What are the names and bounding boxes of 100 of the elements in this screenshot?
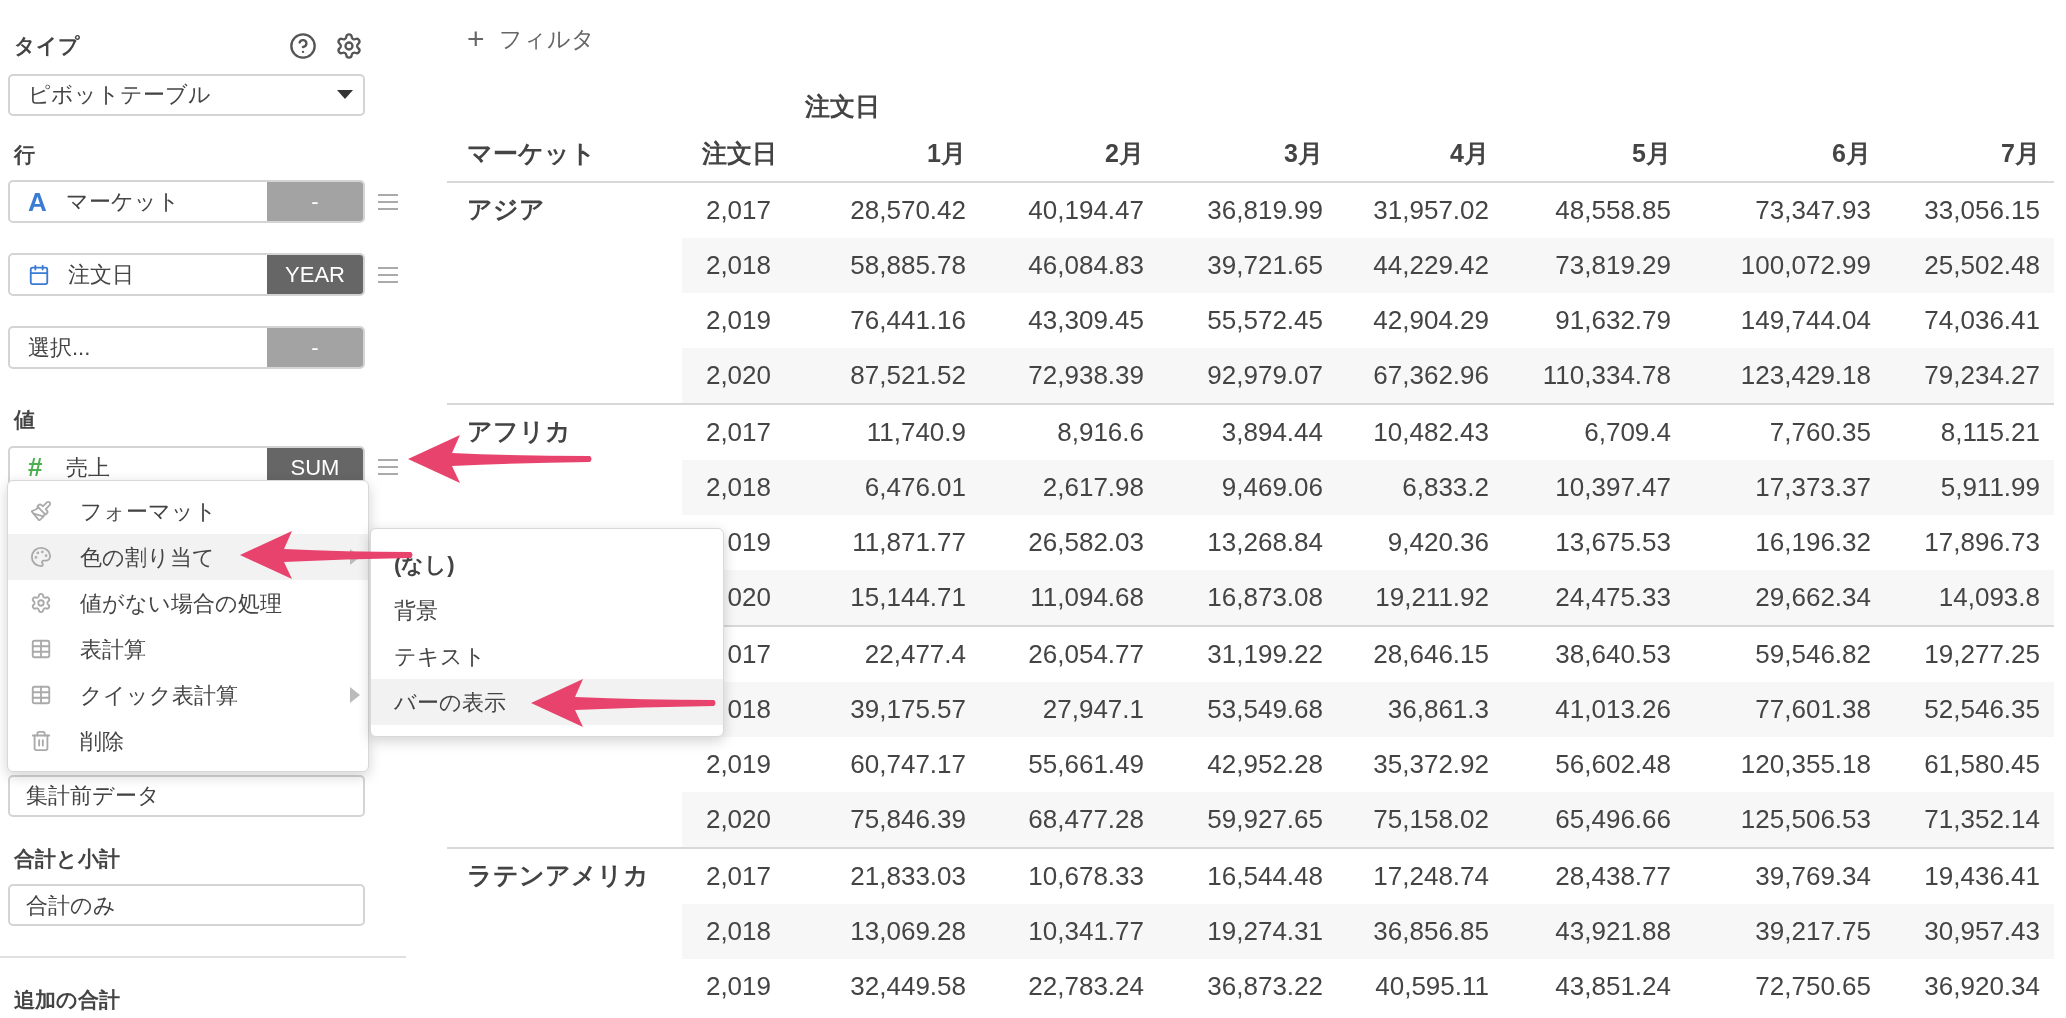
table-cell: 7,760.35 — [1769, 416, 1871, 447]
table-cell: 16,196.32 — [1755, 526, 1871, 557]
table-cell: 46,084.83 — [1028, 249, 1144, 280]
column-header[interactable]: マーケット — [467, 138, 596, 167]
table-cell: 10,341.77 — [1028, 915, 1144, 946]
table-cell: 11,871.77 — [852, 526, 966, 557]
field-label: 注文日 — [68, 261, 134, 289]
year-cell: 2,017 — [705, 194, 771, 225]
menu-item[interactable]: 表計算 — [8, 626, 368, 672]
table-cell: 41,013.26 — [1555, 693, 1671, 724]
table-cell: 15,144.71 — [850, 581, 966, 612]
table-cell: 43,921.88 — [1555, 915, 1671, 946]
table-cell: 36,920.34 — [1924, 970, 2040, 1001]
menu-item[interactable]: 値がない場合の処理 — [8, 580, 368, 626]
section-label: 合計と小計 — [13, 845, 121, 872]
table-cell: 22,477.4 — [864, 638, 966, 669]
section-label: 行 — [12, 141, 36, 168]
table-cell: 28,438.77 — [1555, 860, 1671, 891]
drag-handle-icon[interactable] — [377, 458, 399, 476]
year-cell: 020 — [727, 581, 771, 612]
table-cell: 79,234.27 — [1924, 359, 2040, 390]
menu-item[interactable]: クイック表計算 — [8, 672, 368, 718]
table-icon — [30, 638, 52, 660]
menu-item[interactable]: 削除 — [8, 718, 368, 764]
section-label: 追加の合計 — [13, 987, 121, 1013]
table-cell: 149,744.04 — [1740, 304, 1871, 335]
column-header[interactable]: 3月 — [1284, 138, 1323, 167]
aggregation-button[interactable]: YEAR — [267, 255, 363, 294]
table-cell: 75,158.02 — [1373, 803, 1489, 834]
table-cell: 19,274.31 — [1207, 915, 1323, 946]
table-cell: 22,783.24 — [1028, 970, 1144, 1001]
field-pill[interactable]: 注文日 YEAR — [8, 253, 365, 296]
table-cell: 24,475.33 — [1555, 581, 1671, 612]
table-cell: 61,580.45 — [1924, 748, 2040, 779]
table-cell: 31,957.02 — [1373, 194, 1489, 225]
help-icon[interactable] — [289, 31, 317, 60]
table-cell: 92,979.07 — [1207, 359, 1323, 390]
column-header[interactable]: 注文日 — [702, 138, 777, 167]
table-cell: 42,904.29 — [1373, 304, 1489, 335]
table-cell: 19,277.25 — [1924, 638, 2040, 669]
column-header[interactable]: 4月 — [1450, 138, 1489, 167]
submenu-item[interactable]: 背景 — [371, 587, 723, 633]
table-cell: 42,952.28 — [1207, 748, 1323, 779]
field-pill[interactable]: A マーケット - — [8, 180, 365, 223]
row-header: アフリカ — [467, 416, 571, 445]
section-label: タイプ — [13, 33, 81, 59]
column-header[interactable]: 2月 — [1105, 138, 1144, 167]
table-cell: 48,558.85 — [1555, 194, 1671, 225]
menu-item[interactable]: フォーマット — [8, 488, 368, 534]
table-cell: 100,072.99 — [1740, 249, 1871, 280]
submenu-item[interactable]: テキスト — [371, 633, 723, 679]
table-cell: 74,036.41 — [1924, 304, 2040, 335]
table-cell: 73,347.93 — [1755, 194, 1871, 225]
table-cell: 60,747.17 — [850, 748, 966, 779]
table-cell: 11,740.9 — [866, 416, 966, 447]
year-cell: 018 — [727, 693, 771, 724]
trash-icon — [30, 730, 52, 752]
table-cell: 28,570.42 — [850, 194, 966, 225]
row-header: ラテンアメリカ — [467, 860, 649, 889]
table-cell: 5,911.99 — [1940, 471, 2040, 502]
drag-handle-icon[interactable] — [377, 265, 399, 284]
table-cell: 6,833.2 — [1402, 471, 1489, 502]
table-cell: 73,819.29 — [1555, 249, 1671, 280]
table-cell: 39,721.65 — [1207, 249, 1323, 280]
year-cell: 2,019 — [705, 970, 771, 1001]
column-header[interactable]: 7月 — [2001, 138, 2040, 167]
dropdown-caret-icon — [337, 90, 353, 99]
table-cell: 125,506.53 — [1740, 803, 1871, 834]
table-cell: 17,248.74 — [1373, 860, 1489, 891]
table-cell: 6,709.4 — [1584, 416, 1671, 447]
type-select[interactable]: ピボットテーブル — [8, 73, 365, 116]
number-type-icon: # — [28, 454, 48, 480]
table-cell: 16,544.48 — [1207, 860, 1323, 891]
table-cell: 16,873.08 — [1207, 581, 1323, 612]
add-filter-button[interactable]: + フィルタ — [447, 22, 595, 57]
table-cell: 72,938.39 — [1028, 359, 1144, 390]
table-cell: 40,194.47 — [1028, 194, 1144, 225]
table-cell: 35,372.92 — [1373, 748, 1489, 779]
column-header[interactable]: 1月 — [927, 138, 966, 167]
select-field[interactable]: 集計前データ — [8, 774, 365, 817]
table-cell: 55,572.45 — [1207, 304, 1323, 335]
totals-select[interactable]: 合計のみ — [8, 884, 365, 926]
table-cell: 53,549.68 — [1207, 693, 1323, 724]
column-header[interactable]: 6月 — [1832, 138, 1871, 167]
table-cell: 72,750.65 — [1755, 970, 1871, 1001]
year-cell: 2,018 — [705, 249, 771, 280]
year-cell: 019 — [727, 526, 771, 557]
table-cell: 71,352.14 — [1924, 803, 2040, 834]
settings-icon[interactable] — [335, 31, 363, 60]
field-pill[interactable]: 選択... - — [8, 326, 365, 369]
year-cell: 2,017 — [705, 416, 771, 447]
table-cell: 36,861.3 — [1387, 693, 1489, 724]
column-header[interactable]: 5月 — [1632, 138, 1671, 167]
table-cell: 9,420.36 — [1387, 526, 1489, 557]
table-cell: 6,476.01 — [864, 471, 966, 502]
column-group-header: 注文日 — [805, 91, 880, 120]
table-cell: 36,856.85 — [1373, 915, 1489, 946]
table-cell: 91,632.79 — [1555, 304, 1671, 335]
table-cell: 26,582.03 — [1028, 526, 1144, 557]
drag-handle-icon[interactable] — [377, 192, 399, 211]
